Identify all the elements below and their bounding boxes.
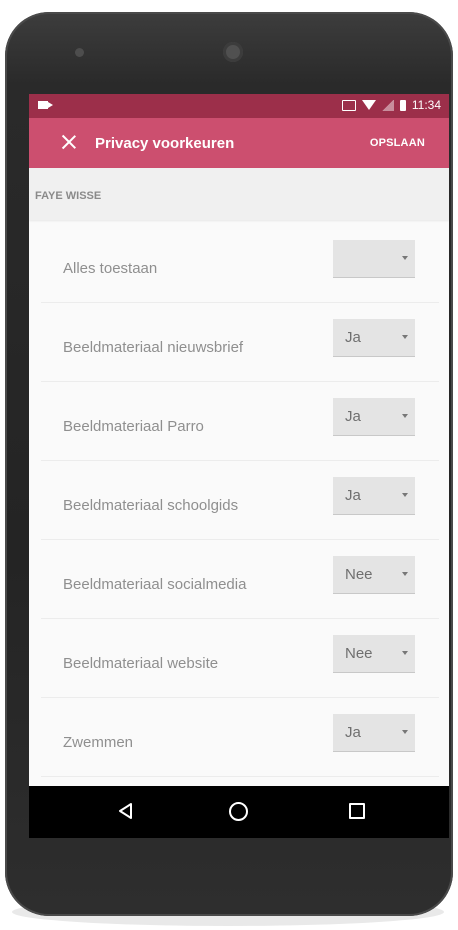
socialmedia-select[interactable]: Nee [333,556,415,594]
student-name: FAYE WISSE [35,190,102,202]
select-value: Ja [345,487,361,504]
nieuwsbrief-select[interactable]: Ja [333,319,415,357]
setting-label: Beeldmateriaal nieuwsbrief [63,339,244,356]
page-title: Privacy voorkeuren [95,135,235,152]
schoolgids-select[interactable]: Ja [333,477,415,515]
battery-icon [399,99,406,111]
setting-label: Beeldmateriaal schoolgids [63,497,239,514]
status-icons: 11:34 [341,98,441,112]
alles-toestaan-select[interactable] [333,240,415,278]
setting-row-alles-toestaan: Alles toestaan [41,224,439,303]
select-value: Nee [345,645,373,662]
chevron-down-icon [402,493,408,497]
chevron-down-icon [402,572,408,576]
zwemmen-select[interactable]: Ja [333,714,415,752]
chevron-down-icon [402,335,408,339]
setting-label: Beeldmateriaal socialmedia [63,576,247,593]
close-icon[interactable] [61,134,77,150]
setting-row-schoolgids: Beeldmateriaal schoolgids Ja [41,461,439,540]
wifi-icon [361,100,376,110]
nav-home-icon[interactable] [229,802,248,821]
chevron-down-icon [402,651,408,655]
setting-label: Alles toestaan [63,260,158,277]
save-button[interactable]: OPSLAAN [370,137,425,149]
nav-bar [29,786,449,838]
setting-row-socialmedia: Beeldmateriaal socialmedia Nee [41,540,439,619]
phone-frame: 11:34 Privacy voorkeuren OPSLAAN FAYE WI… [5,12,453,916]
select-value: Ja [345,329,361,346]
section-header: FAYE WISSE [29,168,449,220]
chevron-down-icon [402,730,408,734]
nav-recent-icon[interactable] [349,803,365,819]
cast-icon [341,99,356,111]
setting-row-website: Beeldmateriaal website Nee [41,619,439,698]
chevron-down-icon [402,256,408,260]
signal-icon [381,99,394,111]
app-bar: Privacy voorkeuren OPSLAAN [29,118,449,168]
setting-row-zwemmen: Zwemmen Ja [41,698,439,777]
setting-row-parro: Beeldmateriaal Parro Ja [41,382,439,461]
select-value: Ja [345,408,361,425]
parro-select[interactable]: Ja [333,398,415,436]
video-icon [38,101,53,109]
front-camera [223,42,243,62]
setting-row-nieuwsbrief: Beeldmateriaal nieuwsbrief Ja [41,303,439,382]
select-value: Ja [345,724,361,741]
setting-label: Zwemmen [63,734,134,751]
status-time: 11:34 [411,98,441,112]
setting-label: Beeldmateriaal website [63,655,219,672]
speaker-dot [75,48,84,57]
nav-back-icon[interactable] [117,802,135,820]
status-bar: 11:34 [29,94,449,118]
screen: 11:34 Privacy voorkeuren OPSLAAN FAYE WI… [29,94,449,838]
chevron-down-icon [402,414,408,418]
website-select[interactable]: Nee [333,635,415,673]
setting-label: Beeldmateriaal Parro [63,418,204,435]
select-value: Nee [345,566,373,583]
settings-list: Alles toestaan Beeldmateriaal nieuwsbrie… [41,224,439,777]
